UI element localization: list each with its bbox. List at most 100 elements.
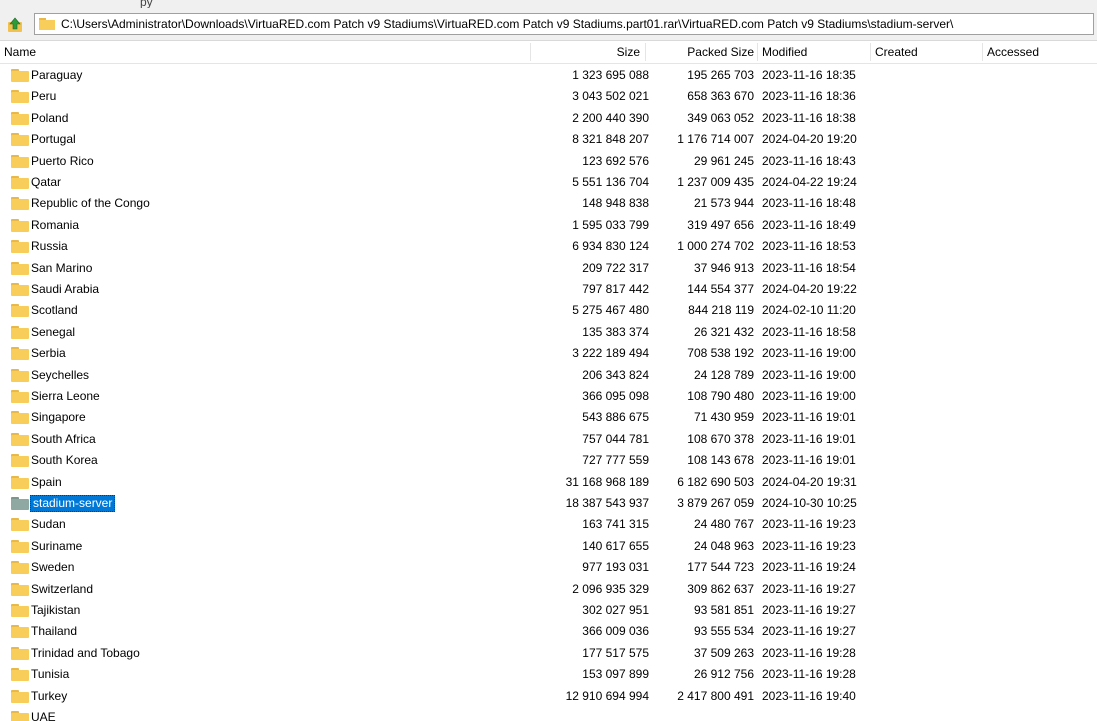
packed-size-cell: 24 048 963 [693, 538, 754, 553]
folder-name: Serbia [31, 346, 66, 361]
table-row[interactable]: Romania 1 595 033 799 319 497 656 2023-11-1… [0, 215, 1097, 236]
table-row[interactable]: Sweden 977 193 031 177 544 723 2023-11-16 1… [0, 557, 1097, 578]
size-cell: 6 934 830 124 [572, 239, 649, 254]
folder-icon [11, 133, 29, 147]
table-row[interactable]: Saudi Arabia 797 817 442 144 554 377 2024-0… [0, 279, 1097, 300]
folder-name: Paraguay [31, 68, 83, 82]
folder-name: Turkey [31, 688, 68, 703]
folder-name: Sudan [31, 517, 66, 532]
table-row[interactable]: Puerto Rico 123 692 576 29 961 245 2023-11-… [0, 151, 1097, 172]
name-cell: Tunisia [0, 664, 530, 685]
column-accessed[interactable]: Accessed [987, 41, 1087, 63]
modified-cell: 2024-04-20 19:20 [762, 132, 857, 147]
table-row[interactable]: Sierra Leone 366 095 098 108 790 480 2023-1… [0, 386, 1097, 407]
file-list[interactable]: Paraguay 1 323 695 088 195 265 703 2023-11-… [0, 64, 1097, 721]
folder-icon [11, 111, 29, 125]
table-row[interactable]: Switzerland 2 096 935 329 309 862 637 2023-… [0, 579, 1097, 600]
table-row[interactable]: Singapore 543 886 675 71 430 959 2023-11-16… [0, 407, 1097, 428]
column-divider[interactable] [982, 43, 983, 61]
folder-icon [11, 261, 29, 275]
table-row[interactable]: South Korea 727 777 559 108 143 678 2023-11… [0, 450, 1097, 471]
packed-size-cell: 144 554 377 [687, 282, 754, 296]
table-row[interactable]: Poland 2 200 440 390 349 063 052 2023-11-16… [0, 108, 1097, 129]
table-row[interactable]: South Africa 757 044 781 108 670 378 2023-1… [0, 429, 1097, 450]
table-row[interactable]: Turkey 12 910 694 994 2 417 800 491 2023-11… [0, 686, 1097, 707]
name-cell: Scotland [0, 300, 530, 321]
folder-icon [11, 304, 29, 318]
modified-cell: 2023-11-16 19:27 [762, 624, 856, 639]
column-modified[interactable]: Modified [762, 41, 862, 63]
column-name[interactable]: Name [4, 41, 524, 63]
column-packed-size[interactable]: Packed Size [645, 41, 754, 63]
menu-fragment: py [140, 0, 153, 8]
size-cell: 5 275 467 480 [572, 303, 649, 318]
folder-icon [11, 454, 29, 468]
table-row[interactable]: Scotland 5 275 467 480 844 218 119 2024-02-… [0, 300, 1097, 321]
name-cell: Seychelles [0, 365, 530, 386]
folder-icon [39, 18, 55, 30]
packed-size-cell: 349 063 052 [687, 110, 754, 125]
size-cell: 302 027 951 [582, 603, 649, 617]
table-row[interactable]: Republic of the Congo 148 948 838 21 573 9… [0, 193, 1097, 214]
size-cell: 3 222 189 494 [572, 346, 649, 361]
table-row[interactable]: UAE [0, 707, 1097, 721]
name-cell: Spain [0, 472, 530, 493]
packed-size-cell: 1 000 274 702 [677, 239, 754, 254]
packed-size-cell: 844 218 119 [688, 303, 754, 318]
table-row[interactable]: Paraguay 1 323 695 088 195 265 703 2023-11-… [0, 65, 1097, 86]
modified-cell: 2023-11-16 19:28 [762, 645, 856, 660]
table-row[interactable]: Suriname 140 617 655 24 048 963 2023-11-16 … [0, 536, 1097, 557]
size-cell: 177 517 575 [582, 645, 649, 660]
table-row[interactable]: stadium-server 18 387 543 937 3 879 267 05… [0, 493, 1097, 514]
size-cell: 2 200 440 390 [572, 110, 649, 125]
modified-cell: 2023-11-16 19:00 [762, 367, 856, 382]
folder-name: Russia [31, 239, 68, 254]
table-row[interactable]: Spain 31 168 968 189 6 182 690 503 2024-04-… [0, 472, 1097, 493]
table-row[interactable]: Trinidad and Tobago 177 517 575 37 509 263… [0, 643, 1097, 664]
modified-cell: 2023-11-16 19:01 [762, 410, 856, 425]
modified-cell: 2023-11-16 18:48 [762, 196, 856, 211]
modified-cell: 2023-11-16 19:00 [762, 389, 856, 403]
folder-icon [11, 689, 29, 703]
size-cell: 366 095 098 [582, 389, 649, 403]
table-row[interactable]: Russia 6 934 830 124 1 000 274 702 2023-11-… [0, 236, 1097, 257]
name-cell: Portugal [0, 129, 530, 150]
folder-name: Spain [31, 474, 62, 489]
column-divider[interactable] [757, 43, 758, 61]
column-divider[interactable] [870, 43, 871, 61]
packed-size-cell: 71 430 959 [693, 410, 754, 425]
table-row[interactable]: Tajikistan 302 027 951 93 581 851 2023-11-1… [0, 600, 1097, 621]
table-row[interactable]: Serbia 3 222 189 494 708 538 192 2023-11-16… [0, 343, 1097, 364]
folder-icon [11, 668, 29, 682]
packed-size-cell: 93 555 534 [693, 624, 754, 639]
table-row[interactable]: Qatar 5 551 136 704 1 237 009 435 2024-04-2… [0, 172, 1097, 193]
address-input[interactable]: C:\Users\Administrator\Downloads\VirtuaR… [34, 13, 1094, 35]
folder-name: Sweden [31, 560, 75, 575]
table-row[interactable]: Thailand 366 009 036 93 555 534 2023-11-16 … [0, 621, 1097, 642]
size-cell: 1 595 033 799 [572, 217, 649, 232]
modified-cell: 2024-10-30 10:25 [762, 496, 857, 510]
column-created[interactable]: Created [875, 41, 975, 63]
up-folder-button[interactable] [6, 16, 24, 34]
table-row[interactable]: Peru 3 043 502 021 658 363 670 2023-11-16 1… [0, 86, 1097, 107]
name-cell: Tajikistan [0, 600, 530, 621]
folder-icon [11, 154, 29, 168]
size-cell: 12 910 694 994 [565, 688, 649, 703]
name-cell: Poland [0, 108, 530, 129]
folder-name: San Marino [31, 260, 93, 275]
table-row[interactable]: Portugal 8 321 848 207 1 176 714 007 2024-0… [0, 129, 1097, 150]
size-cell: 209 722 317 [582, 260, 649, 275]
size-cell: 5 551 136 704 [572, 175, 649, 189]
size-cell: 18 387 543 937 [565, 496, 649, 510]
table-row[interactable]: Tunisia 153 097 899 26 912 756 2023-11-16 1… [0, 664, 1097, 685]
table-row[interactable]: Senegal 135 383 374 26 321 432 2023-11-16 1… [0, 322, 1097, 343]
table-row[interactable]: Sudan 163 741 315 24 480 767 2023-11-16 19:… [0, 514, 1097, 535]
name-cell: Paraguay [0, 65, 530, 86]
table-row[interactable]: San Marino 209 722 317 37 946 913 2023-11-1… [0, 258, 1097, 279]
packed-size-cell: 93 581 851 [693, 603, 754, 617]
folder-icon [11, 347, 29, 361]
table-row[interactable]: Seychelles 206 343 824 24 128 789 2023-11-1… [0, 365, 1097, 386]
modified-cell: 2023-11-16 18:36 [762, 89, 856, 104]
size-cell [530, 707, 649, 721]
column-size[interactable]: Size [530, 41, 640, 63]
